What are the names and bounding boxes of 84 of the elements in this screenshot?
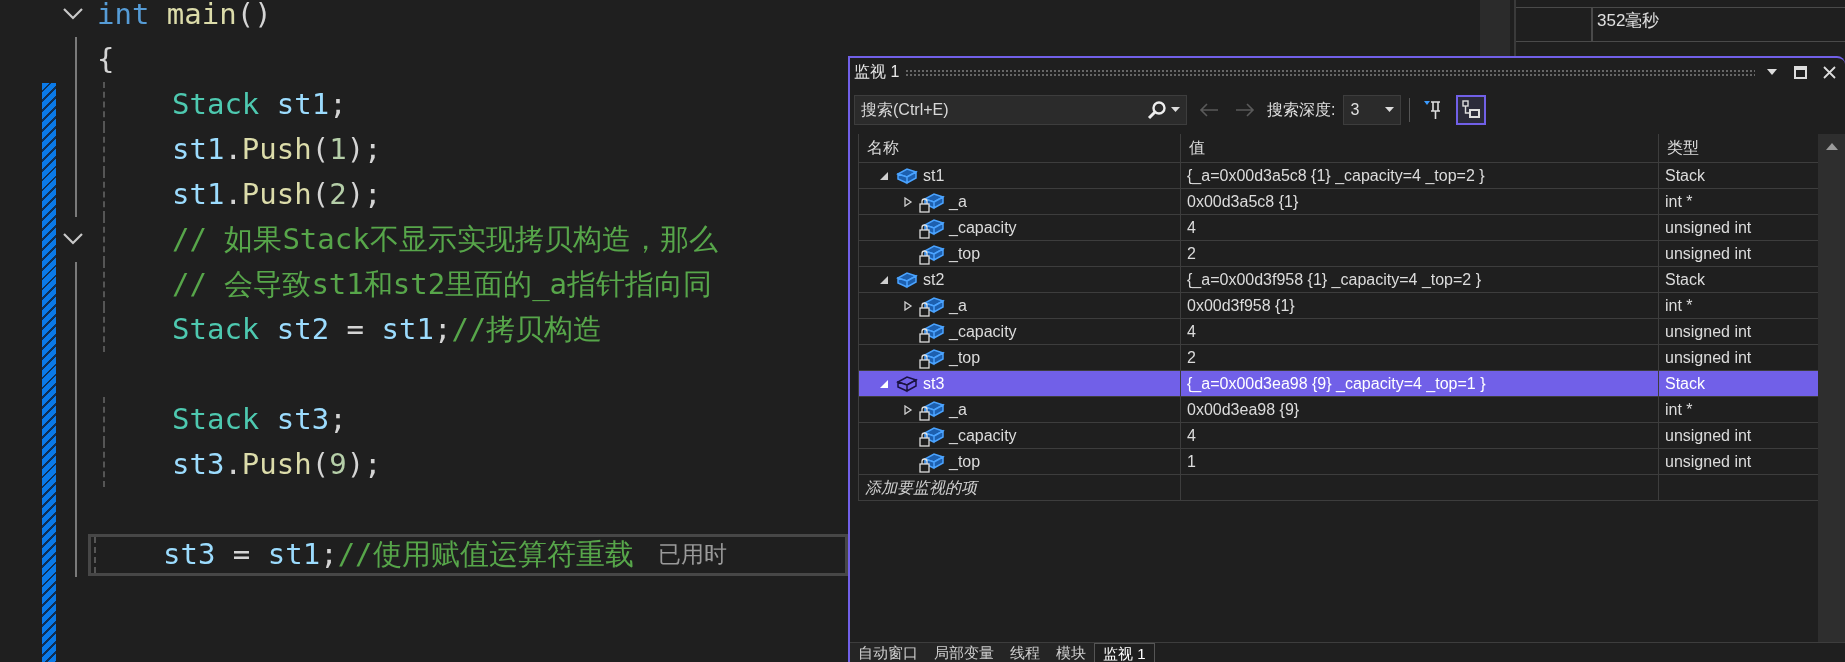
- object-icon: [895, 270, 919, 289]
- expander-icon[interactable]: [903, 404, 913, 415]
- variable-name: st3: [923, 373, 945, 394]
- variable-name: st1: [923, 165, 945, 186]
- scrollbar[interactable]: [1480, 0, 1510, 56]
- value-cell: 0x00d3ea98 {9}: [1180, 397, 1658, 422]
- value-cell: 4: [1180, 319, 1658, 344]
- private-member-icon: [919, 242, 945, 265]
- code-line: Stack st1;: [172, 85, 347, 123]
- column-header[interactable]: 名称: [858, 134, 1180, 162]
- watch-row[interactable]: _top 2 unsigned int: [858, 241, 1818, 267]
- scrollbar[interactable]: [1818, 134, 1845, 642]
- member-name: _capacity: [949, 321, 1017, 342]
- code-line: Stack st2 = st1;//拷贝构造: [172, 310, 603, 348]
- value-cell: 2: [1180, 345, 1658, 370]
- member-name: _top: [949, 451, 981, 472]
- value-cell: {_a=0x00d3a5c8 {1} _capacity=4 _top=2 }: [1180, 163, 1658, 188]
- private-member-icon: [919, 294, 945, 317]
- watch-row[interactable]: st1 {_a=0x00d3a5c8 {1} _capacity=4 _top=2 } Stack: [858, 163, 1818, 189]
- expander-icon[interactable]: [903, 196, 913, 207]
- panel-tab[interactable]: 监视 1: [1094, 643, 1155, 662]
- value-cell: 0x00d3f958 {1}: [1180, 293, 1658, 318]
- code-line: Stack st3;: [172, 400, 347, 438]
- inline-hint: 已用时: [657, 540, 727, 570]
- code-line: st3 = st1;//使用赋值运算符重载: [163, 535, 634, 573]
- expander-icon[interactable]: [903, 300, 913, 311]
- private-member-icon: [919, 450, 945, 473]
- caret-icon[interactable]: [1385, 107, 1395, 113]
- object-icon: [895, 166, 919, 185]
- window-title: 监视 1: [854, 62, 900, 82]
- watch-row[interactable]: _a 0x00d3ea98 {9} int *: [858, 397, 1818, 423]
- member-name: _top: [949, 347, 981, 368]
- watch-row[interactable]: _a 0x00d3f958 {1} int *: [858, 293, 1818, 319]
- member-name: _top: [949, 243, 981, 264]
- value-cell: {_a=0x00d3f958 {1} _capacity=4 _top=2 }: [1180, 267, 1658, 292]
- close-icon[interactable]: [1822, 64, 1837, 80]
- code-line: st1.Push(1);: [172, 130, 382, 168]
- panel-tab[interactable]: 自动窗口: [850, 643, 926, 662]
- value-cell: {_a=0x00d3ea98 {9} _capacity=4 _top=1 }: [1180, 371, 1658, 396]
- watch-row[interactable]: st2 {_a=0x00d3f958 {1} _capacity=4 _top=2 } Stack: [858, 267, 1818, 293]
- code-line: st3.Push(9);: [172, 445, 382, 483]
- panel-tab[interactable]: 局部变量: [926, 643, 1002, 662]
- value-cell: 4: [1180, 215, 1658, 240]
- watch-row[interactable]: _capacity 4 unsigned int: [858, 423, 1818, 449]
- private-member-icon: [919, 320, 945, 343]
- private-member-icon: [919, 346, 945, 369]
- expander-icon[interactable]: [879, 170, 889, 181]
- depth-dropdown[interactable]: 3: [1343, 95, 1402, 125]
- timeline-label: 352毫秒: [1591, 8, 1660, 42]
- member-name: _a: [949, 295, 967, 316]
- code-line: st1.Push(2);: [172, 175, 382, 213]
- watch-row[interactable]: st3 {_a=0x00d3ea98 {9} _capacity=4 _top=1 } Stack: [858, 371, 1818, 397]
- drag-grip[interactable]: [905, 68, 1755, 76]
- watch-row[interactable]: _top 1 unsigned int: [858, 449, 1818, 475]
- member-name: _capacity: [949, 425, 1017, 446]
- code-line: {: [97, 40, 115, 78]
- add-watch-field[interactable]: 添加要监视的项: [865, 475, 977, 500]
- depth-label: 搜索深度:: [1267, 100, 1336, 120]
- code-line: // 如果Stack不显示实现拷贝构造，那么: [172, 220, 718, 258]
- variable-name: st2: [923, 269, 945, 290]
- panel-tab[interactable]: 线程: [1002, 643, 1048, 662]
- object-icon: [895, 374, 919, 393]
- watch-row[interactable]: _a 0x00d3a5c8 {1} int *: [858, 189, 1818, 215]
- watch-row[interactable]: _capacity 4 unsigned int: [858, 319, 1818, 345]
- private-member-icon: [919, 190, 945, 213]
- code-line: int main(): [97, 0, 272, 33]
- value-cell: 4: [1180, 423, 1658, 448]
- maximize-icon[interactable]: [1793, 64, 1808, 80]
- member-name: _capacity: [949, 217, 1017, 238]
- expander-icon[interactable]: [879, 274, 889, 285]
- expander-icon[interactable]: [879, 378, 889, 389]
- member-name: _a: [949, 399, 967, 420]
- scroll-up-icon[interactable]: [1825, 142, 1838, 150]
- value-cell: 0x00d3a5c8 {1}: [1180, 189, 1658, 214]
- private-member-icon: [919, 216, 945, 239]
- column-header[interactable]: 值: [1180, 134, 1658, 162]
- value-cell: 1: [1180, 449, 1658, 474]
- code-line: // 会导致st1和st2里面的_a指针指向同: [172, 265, 713, 303]
- value-cell: 2: [1180, 241, 1658, 266]
- private-member-icon: [919, 424, 945, 447]
- private-member-icon: [919, 398, 945, 421]
- watch-row[interactable]: _capacity 4 unsigned int: [858, 215, 1818, 241]
- member-name: _a: [949, 191, 967, 212]
- panel-tab[interactable]: 模块: [1048, 643, 1094, 662]
